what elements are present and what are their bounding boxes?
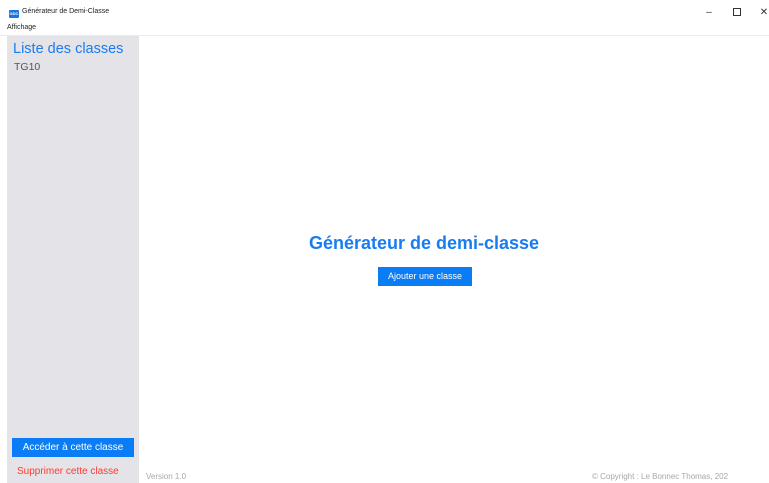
class-list-item[interactable]: TG10 — [14, 61, 40, 73]
add-class-button[interactable]: Ajouter une classe — [378, 267, 472, 286]
main-title: Générateur de demi-classe — [308, 233, 540, 253]
access-class-button[interactable]: Accéder à cette classe — [12, 438, 134, 457]
close-button[interactable]: ✕ — [752, 5, 769, 21]
delete-class-button[interactable]: Supprimer cette classe — [17, 466, 119, 477]
maximize-button[interactable] — [725, 5, 749, 21]
version-label: Version 1.0 — [146, 472, 187, 481]
sidebar: Liste des classes TG10 Accéder à cette c… — [7, 36, 139, 483]
sidebar-title: Liste des classes — [13, 41, 124, 57]
window-title: Générateur de Demi-Classe — [22, 8, 110, 15]
minimize-button[interactable]: – — [697, 5, 721, 21]
copyright-label: © Copyright : Le Bonnec Thomas, 202 — [592, 472, 729, 481]
app-icon: GDC — [9, 10, 19, 18]
menu-affichage[interactable]: Affichage — [7, 24, 36, 31]
maximize-icon — [733, 8, 741, 17]
menu-bar: Affichage — [0, 23, 769, 36]
title-bar: GDC Générateur de Demi-Classe – ✕ — [0, 0, 769, 22]
app-window: GDC Générateur de Demi-Classe – ✕ Affich… — [0, 0, 769, 483]
